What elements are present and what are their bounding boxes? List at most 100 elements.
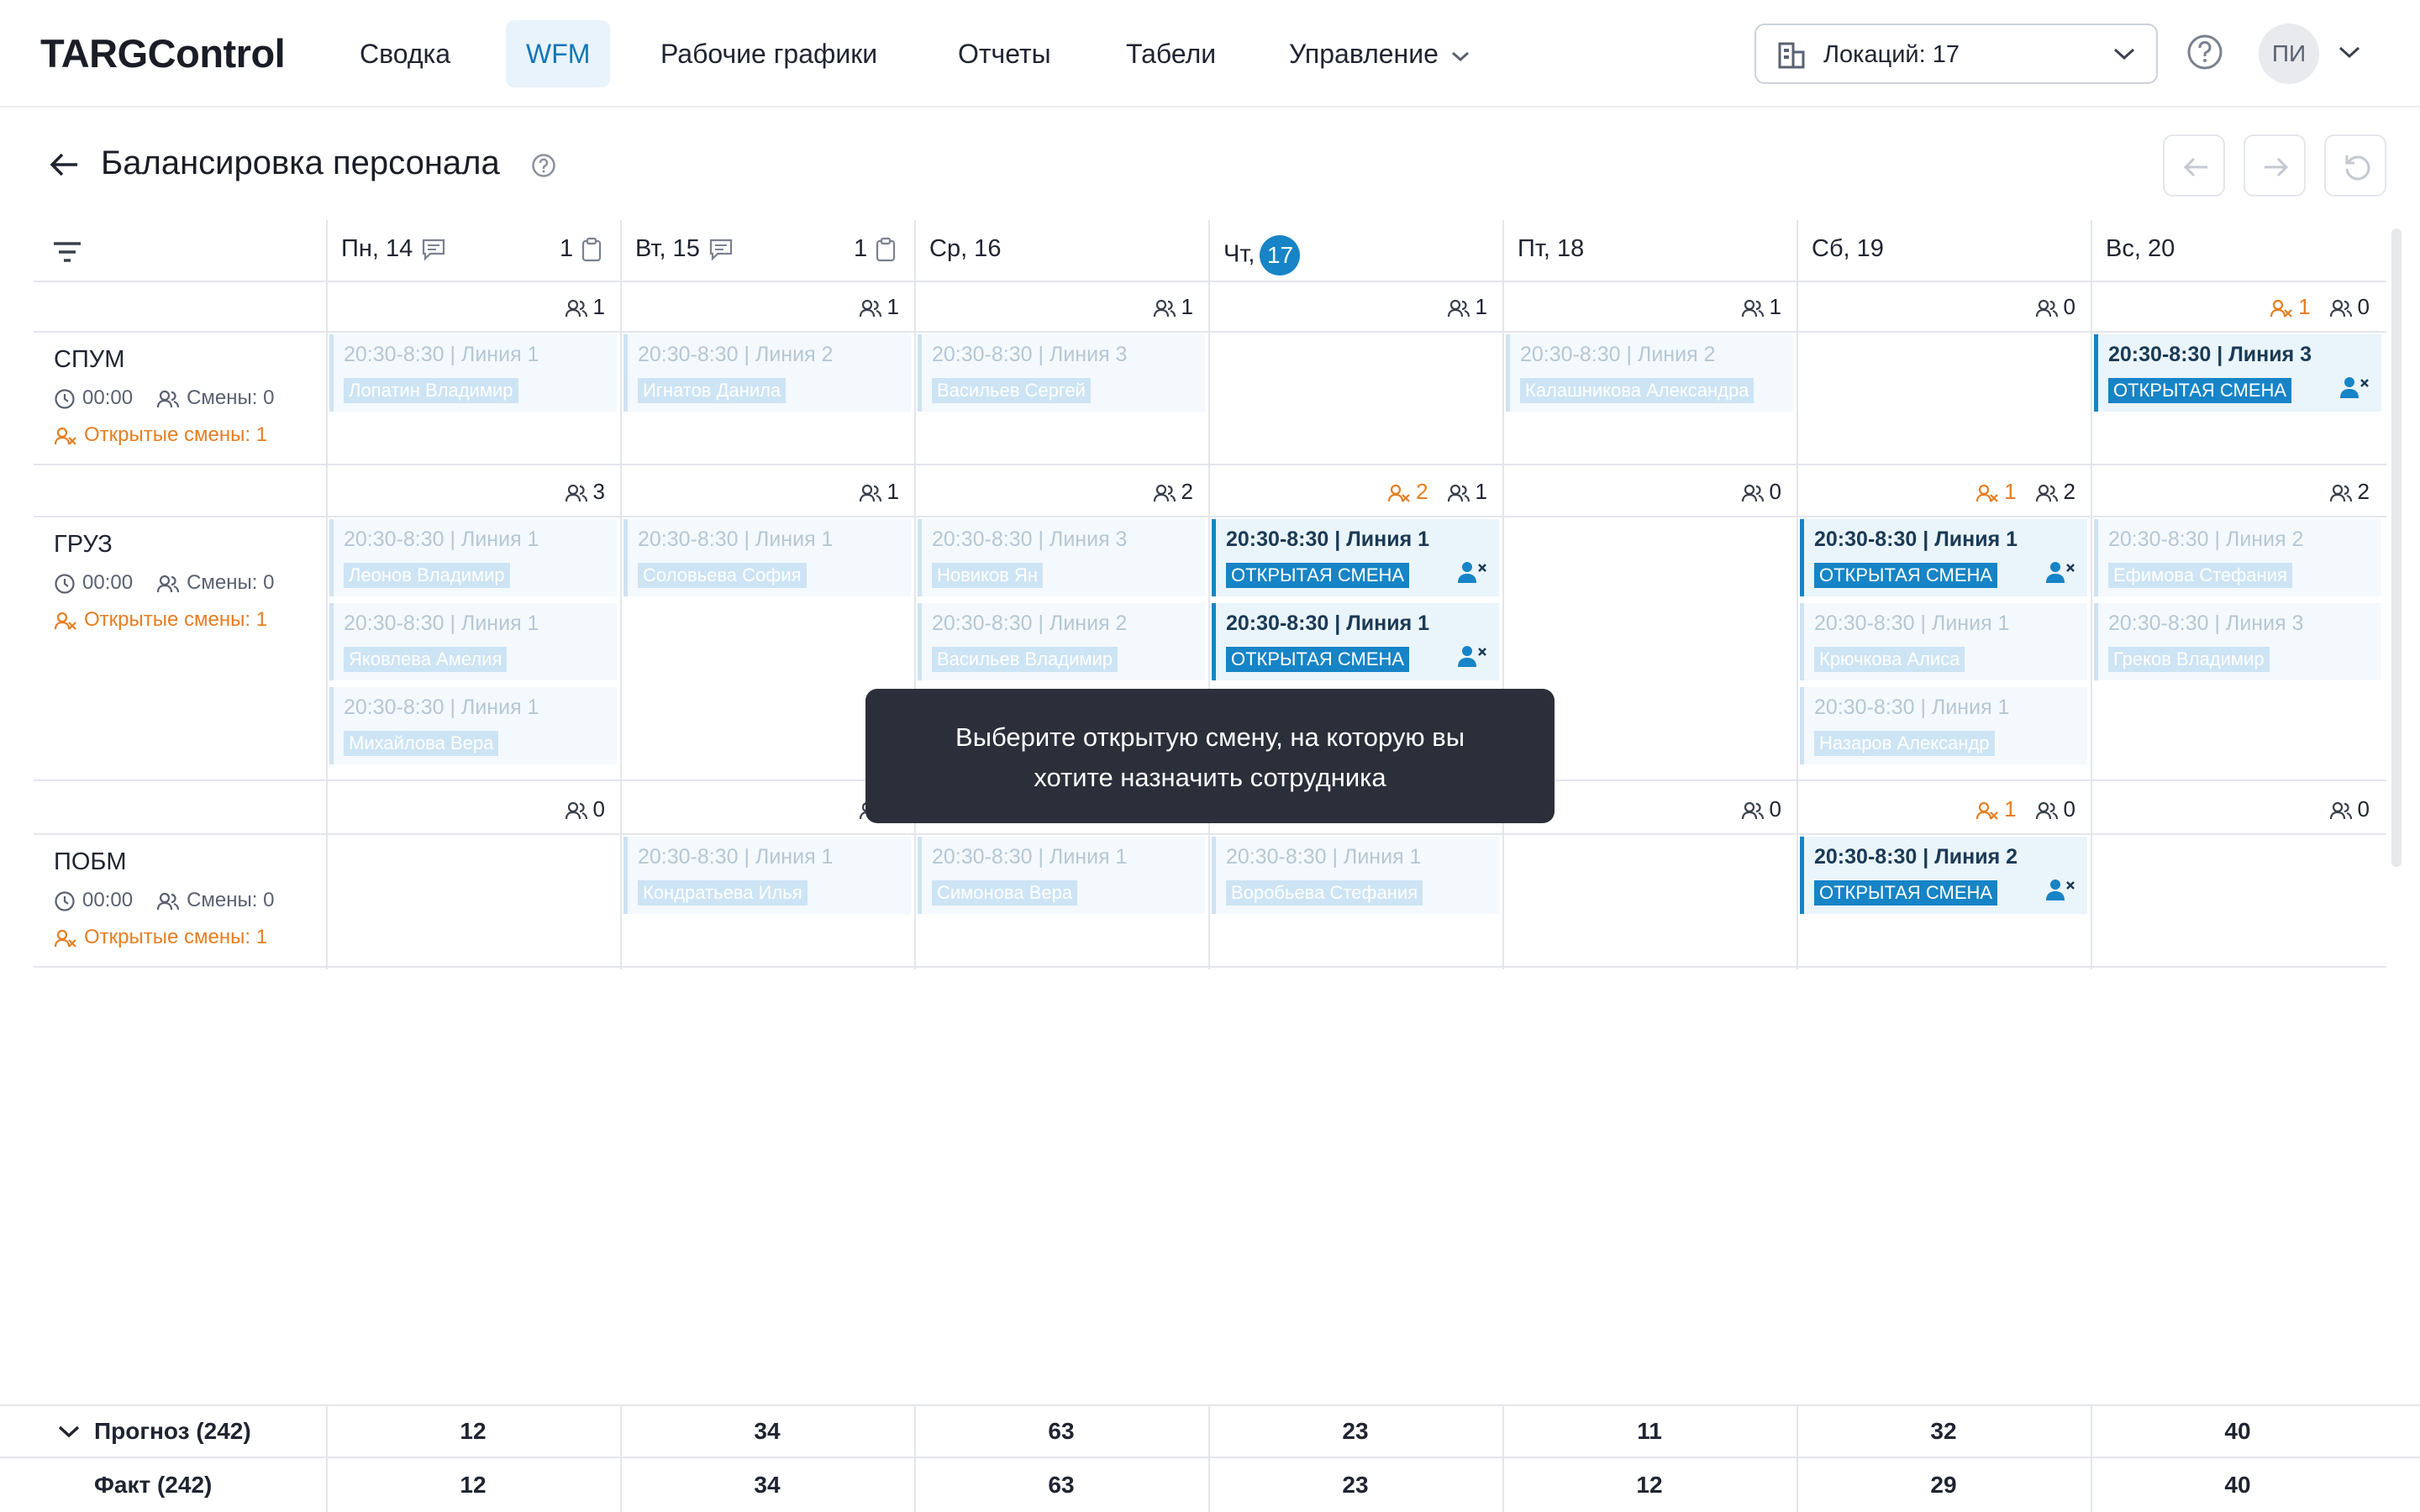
shift-card[interactable]: 20:30-8:30 | Линия 1 Яковлева Амелия	[329, 603, 617, 680]
shift-card[interactable]: 20:30-8:30 | Линия 2 Ефимова Стефания	[2094, 519, 2381, 596]
filter-icon[interactable]	[50, 237, 84, 267]
staff-count: 1	[859, 294, 899, 319]
missing-staff-count-value: 1	[2004, 796, 2017, 822]
user-missing-icon	[1975, 485, 1998, 502]
shift-card[interactable]: 20:30-8:30 | Линия 1 Михайлова Вера	[329, 687, 617, 764]
hint-tooltip-line-1: Выберите открытую смену, на которую вы	[955, 722, 1465, 752]
nav-item-management[interactable]: Управление	[1269, 20, 1491, 87]
location-select[interactable]: Локаций: 17	[1754, 24, 2158, 84]
forecast-label: Прогноз (242)	[94, 1418, 251, 1444]
divider	[34, 281, 2386, 282]
clipboard-icon	[876, 238, 896, 262]
day-note-count-value: 1	[560, 235, 574, 262]
forecast-value: 23	[1342, 1418, 1369, 1444]
assign-user-icon[interactable]	[2045, 877, 2075, 902]
day-header[interactable]: Ср, 16	[929, 235, 1001, 263]
staff-count-value: 1	[886, 294, 899, 319]
open-shift-badge: ОТКРЫТАЯ СМЕНА	[2108, 378, 2292, 403]
assign-user-icon[interactable]	[1457, 559, 1487, 585]
page-title: Балансировка персонала	[101, 144, 500, 181]
open-shift-card[interactable]: 20:30-8:30 | Линия 3 ОТКРЫТАЯ СМЕНА	[2094, 334, 2381, 412]
redo-button[interactable]	[2244, 134, 2306, 197]
shift-card[interactable]: 20:30-8:30 | Линия 3 Новиков Ян	[918, 519, 1205, 596]
fact-value: 34	[754, 1472, 781, 1498]
day-header[interactable]: Вт, 15	[635, 235, 734, 263]
people-icon	[1153, 485, 1176, 502]
assign-user-icon[interactable]	[2339, 375, 2370, 400]
app-logo[interactable]: TARGControl	[40, 30, 286, 76]
people-icon	[1741, 485, 1764, 502]
shift-card[interactable]: 20:30-8:30 | Линия 1 Воробьева Стефания	[1212, 837, 1499, 914]
nav-item-summary[interactable]: Сводка	[339, 20, 471, 87]
group-name[interactable]: СПУМ	[54, 346, 124, 374]
undo-button[interactable]	[2163, 134, 2225, 197]
open-shift-card[interactable]: 20:30-8:30 | Линия 2 ОТКРЫТАЯ СМЕНА	[1800, 837, 2087, 914]
nav-item-reports[interactable]: Отчеты	[938, 20, 1071, 87]
comment-icon[interactable]	[421, 238, 446, 261]
employee-name: Кондратьева Илья	[638, 880, 808, 906]
staff-count: 1	[565, 294, 605, 319]
shift-time: 20:30-8:30 | Линия 1	[1814, 696, 2010, 719]
shift-card[interactable]: 20:30-8:30 | Линия 1 Крючкова Алиса	[1800, 603, 2087, 680]
shift-card[interactable]: 20:30-8:30 | Линия 1 Кондратьева Илья	[623, 837, 911, 914]
assign-user-icon[interactable]	[2045, 559, 2075, 585]
shift-card[interactable]: 20:30-8:30 | Линия 2 Игнатов Данила	[623, 334, 911, 412]
day-header-label: Пт, 18	[1518, 235, 1585, 262]
staff-count-value: 0	[2357, 294, 2370, 319]
comment-icon[interactable]	[708, 238, 734, 261]
people-icon	[2035, 300, 2058, 318]
chevron-down-icon[interactable]	[2338, 44, 2361, 60]
day-header[interactable]: Пт, 18	[1518, 235, 1584, 263]
back-arrow-icon[interactable]	[47, 148, 81, 181]
shift-card[interactable]: 20:30-8:30 | Линия 3 Васильев Сергей	[918, 334, 1205, 412]
group-open-shifts: Открытые смены: 1	[54, 423, 267, 447]
nav-item-timesheets[interactable]: Табели	[1106, 20, 1236, 87]
staff-count: 0	[2329, 796, 2370, 822]
nav-item-schedules[interactable]: Рабочие графики	[640, 20, 897, 87]
user-missing-icon	[54, 612, 76, 630]
building-icon	[1778, 42, 1805, 69]
employee-name: Васильев Владимир	[932, 647, 1118, 672]
shift-card[interactable]: 20:30-8:30 | Линия 1 Симонова Вера	[918, 837, 1205, 914]
assign-user-icon[interactable]	[1457, 643, 1487, 669]
shift-card[interactable]: 20:30-8:30 | Линия 1 Леонов Владимир	[329, 519, 617, 596]
staff-count-value: 1	[1181, 294, 1193, 319]
day-header[interactable]: Пн, 14	[341, 235, 446, 263]
help-icon[interactable]	[531, 153, 556, 178]
user-avatar[interactable]: ПИ	[2259, 24, 2319, 84]
vertical-scrollbar[interactable]	[2391, 228, 2402, 867]
reset-button[interactable]	[2324, 134, 2386, 197]
staff-count: 2	[2035, 479, 2075, 504]
group-name[interactable]: ГРУЗ	[54, 531, 113, 559]
shift-card[interactable]: 20:30-8:30 | Линия 2 Калашникова Александ…	[1506, 334, 1793, 412]
people-icon	[156, 892, 180, 910]
staff-count-value: 0	[1769, 796, 1781, 822]
clock-icon	[55, 389, 75, 409]
open-shift-card[interactable]: 20:30-8:30 | Линия 1 ОТКРЫТАЯ СМЕНА	[1212, 603, 1499, 680]
day-header[interactable]: Вс, 20	[2106, 235, 2175, 263]
staff-count: 1	[1447, 294, 1487, 319]
clock-icon	[55, 891, 75, 911]
employee-name: Ефимова Стефания	[2108, 563, 2292, 588]
shift-time: 20:30-8:30 | Линия 2	[932, 612, 1128, 635]
help-icon[interactable]	[2186, 34, 2223, 71]
shift-card[interactable]: 20:30-8:30 | Линия 1 Лопатин Владимир	[329, 334, 617, 412]
staff-count: 0	[1741, 796, 1781, 822]
staff-count-value: 2	[1181, 479, 1193, 504]
chevron-down-icon[interactable]	[57, 1423, 81, 1440]
employee-name: Назаров Александр	[1814, 731, 1995, 756]
shift-card[interactable]: 20:30-8:30 | Линия 1 Назаров Александр	[1800, 687, 2087, 764]
shift-time: 20:30-8:30 | Линия 1	[344, 696, 539, 719]
user-missing-icon	[2270, 300, 2292, 318]
day-note-count: 1	[560, 235, 603, 263]
day-header[interactable]: Чт, 17	[1223, 235, 1301, 276]
open-shift-card[interactable]: 20:30-8:30 | Линия 1 ОТКРЫТАЯ СМЕНА	[1212, 519, 1499, 596]
group-name[interactable]: ПОБМ	[54, 848, 127, 876]
shift-card[interactable]: 20:30-8:30 | Линия 1 Соловьева София	[623, 519, 911, 596]
staff-count: 0	[2035, 294, 2075, 319]
open-shift-card[interactable]: 20:30-8:30 | Линия 1 ОТКРЫТАЯ СМЕНА	[1800, 519, 2087, 596]
shift-card[interactable]: 20:30-8:30 | Линия 2 Васильев Владимир	[918, 603, 1205, 680]
shift-card[interactable]: 20:30-8:30 | Линия 3 Греков Владимир	[2094, 603, 2381, 680]
nav-item-wfm[interactable]: WFM	[506, 20, 611, 87]
day-header[interactable]: Сб, 19	[1812, 235, 1884, 263]
